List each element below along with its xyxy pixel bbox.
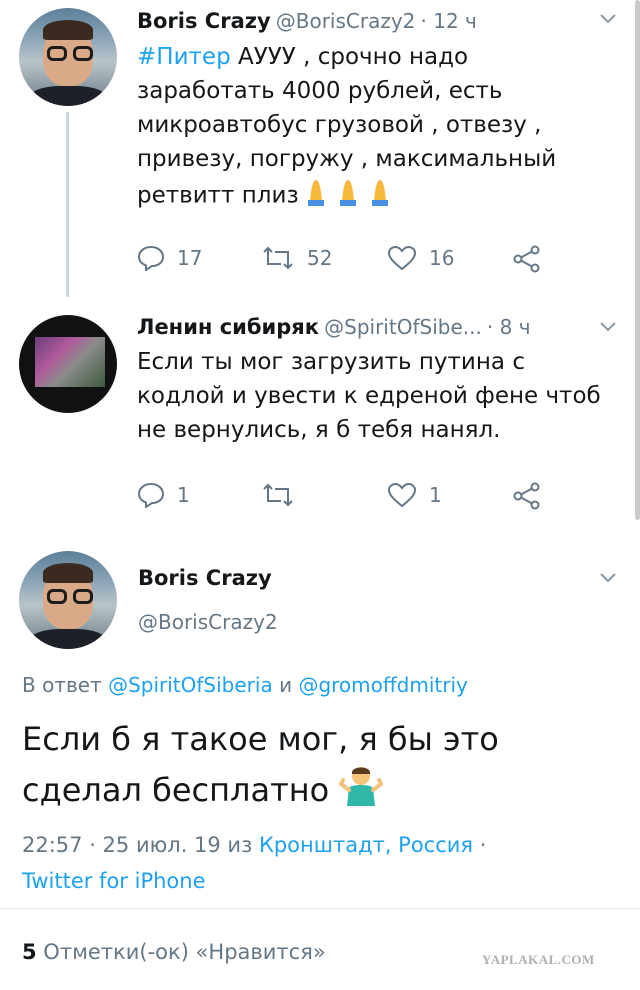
chevron-down-icon[interactable] bbox=[598, 8, 618, 33]
like-button[interactable]: 16 bbox=[387, 245, 454, 271]
heart-icon bbox=[387, 482, 417, 508]
man-shrugging-icon bbox=[338, 764, 384, 820]
user-handle[interactable]: @BorisCrazy2 bbox=[276, 9, 416, 33]
timestamp[interactable]: · 8 ч bbox=[487, 315, 531, 339]
timestamp[interactable]: · 12 ч bbox=[421, 9, 477, 33]
watermark: YAPLAKAL.COM bbox=[482, 952, 595, 967]
mention-link[interactable]: @gromoffdmitriy bbox=[298, 673, 467, 697]
tweet-meta: 22:57 · 25 июл. 19 из Кронштадт, Россия … bbox=[22, 833, 487, 893]
share-icon bbox=[513, 245, 540, 273]
avatar[interactable] bbox=[19, 8, 117, 106]
tweet-text: #Питер АУУУ , срочно надо заработать 400… bbox=[137, 40, 607, 216]
reply-context: В ответ @SpiritOfSiberia и @gromoffdmitr… bbox=[22, 673, 468, 697]
share-icon bbox=[513, 482, 540, 510]
retweet-button[interactable] bbox=[261, 482, 307, 508]
reply-button[interactable]: 17 bbox=[137, 245, 202, 271]
share-button[interactable] bbox=[512, 482, 554, 510]
chevron-down-icon[interactable] bbox=[598, 316, 618, 341]
reply-icon bbox=[137, 482, 165, 508]
reply-button[interactable]: 1 bbox=[137, 482, 190, 508]
share-button[interactable] bbox=[512, 245, 554, 273]
retweet-icon bbox=[263, 483, 293, 507]
tweet-timestamp: 22:57 · 25 июл. 19 из bbox=[22, 833, 259, 857]
tweet-text: Если ты мог загрузить путина с кодлой и … bbox=[137, 349, 601, 443]
tweet-text: Если б я такое мог, я бы это сделал бесп… bbox=[22, 714, 602, 820]
user-handle[interactable]: @BorisCrazy2 bbox=[138, 610, 278, 634]
mention-link[interactable]: @SpiritOfSiberia bbox=[108, 673, 273, 697]
client-link[interactable]: Twitter for iPhone bbox=[22, 869, 206, 893]
user-handle[interactable]: @SpiritOfSibe... bbox=[324, 315, 482, 339]
chevron-down-icon[interactable] bbox=[598, 567, 618, 592]
likes-label: Отметки(-ок) «Нравится» bbox=[36, 940, 326, 964]
retweet-button[interactable]: 52 bbox=[261, 245, 332, 271]
heart-icon bbox=[387, 245, 417, 271]
avatar[interactable] bbox=[19, 551, 117, 649]
user-name[interactable]: Boris Crazy bbox=[138, 566, 272, 590]
hashtag-link[interactable]: #Питер bbox=[137, 44, 231, 70]
user-name[interactable]: Ленин сибиряк bbox=[137, 315, 319, 339]
avatar[interactable] bbox=[19, 315, 117, 413]
scrollbar[interactable] bbox=[635, 0, 640, 520]
praying-hands-icon bbox=[306, 176, 402, 216]
user-name[interactable]: Boris Crazy bbox=[137, 9, 271, 33]
likes-count: 5 bbox=[22, 940, 37, 964]
likes-summary[interactable]: 5 Отметки(-ок) «Нравится» bbox=[22, 940, 326, 964]
divider bbox=[0, 908, 640, 909]
tweet-header: Ленин сибиряк @SpiritOfSibe... · 8 ч bbox=[137, 315, 531, 339]
retweet-icon bbox=[263, 246, 293, 270]
thread-line bbox=[66, 112, 69, 297]
like-button[interactable]: 1 bbox=[387, 482, 442, 508]
reply-icon bbox=[137, 245, 165, 271]
tweet-header: Boris Crazy @BorisCrazy2 · 12 ч bbox=[137, 9, 477, 33]
location-link[interactable]: Кронштадт, Россия bbox=[259, 833, 473, 857]
